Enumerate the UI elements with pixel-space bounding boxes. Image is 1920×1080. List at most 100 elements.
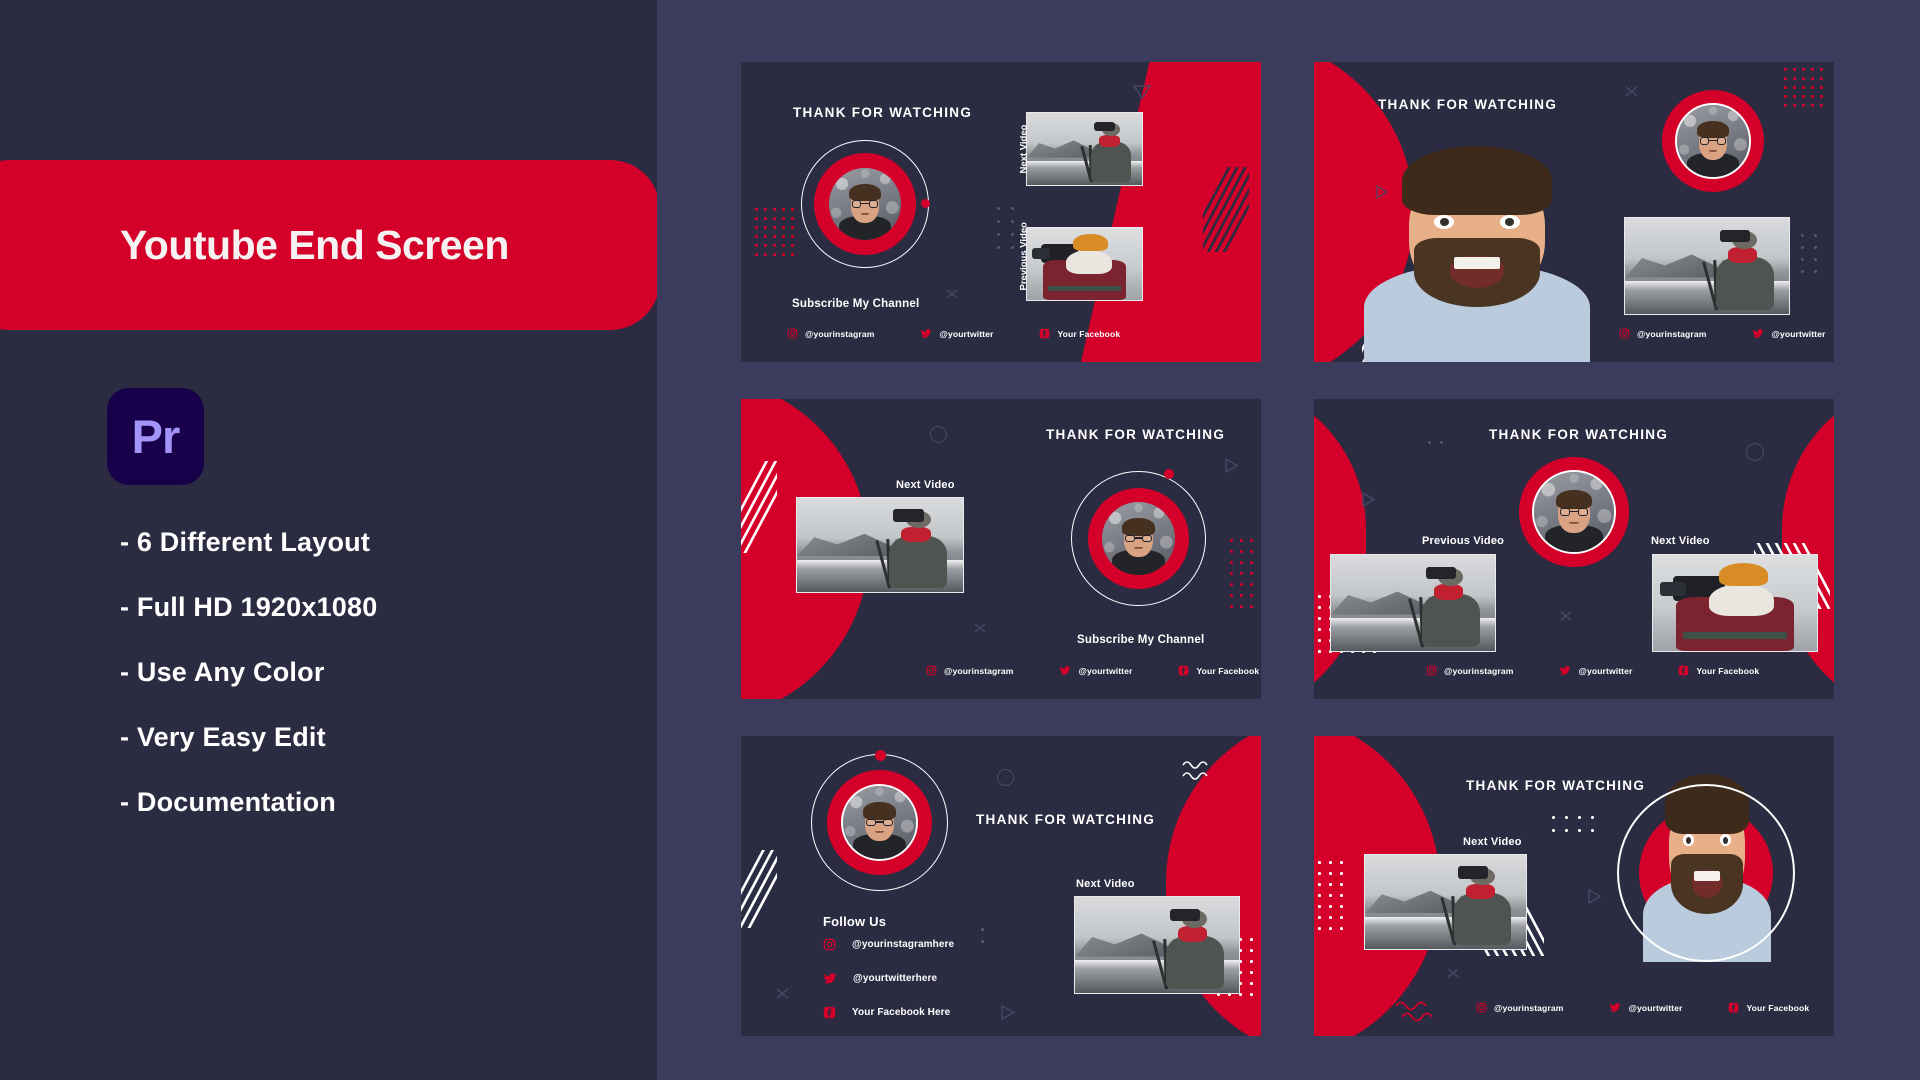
instagram-handle: @yourinstagram (1637, 328, 1707, 339)
layout-3-video-left-avatar-right[interactable]: THANK FOR WATCHING Next Video Subscribe … (741, 399, 1261, 699)
previous-video-thumbnail[interactable] (1330, 554, 1496, 652)
feature-item: - Documentation (120, 787, 336, 817)
previous-video-thumbnail[interactable] (1026, 227, 1143, 301)
social-link-twitter[interactable]: @yourtwitter (1059, 665, 1132, 676)
avatar-photo (841, 784, 918, 861)
avatar-photo (1102, 502, 1175, 575)
triangle-outline-decoration (1001, 1004, 1016, 1021)
avatar-face-image (1102, 502, 1175, 575)
feature-item: - Full HD 1920x1080 (120, 592, 378, 622)
social-links-row: @yourinstagram @yourtwitter Your Faceboo… (787, 328, 1120, 339)
social-link-twitter[interactable]: @yourtwitter (1559, 665, 1632, 676)
cross-decoration (1447, 968, 1459, 978)
cross-decoration (946, 289, 958, 299)
social-link-facebook[interactable]: Your Facebook Here (823, 1006, 954, 1019)
social-links-row: @yourinstagram @yourtwitter Your Faceboo… (1476, 1002, 1809, 1013)
social-link-facebook[interactable]: Your Facebook (1178, 665, 1259, 676)
subscribe-label: Subscribe My Channel (1077, 634, 1205, 646)
avatar-face-image (829, 168, 901, 240)
circle-outline-decoration (930, 426, 947, 443)
avatar-progress-dot (1164, 469, 1174, 479)
channel-avatar[interactable] (801, 140, 930, 268)
social-link-facebook[interactable]: Your Facebook (1678, 665, 1759, 676)
preview-panel: THANK FOR WATCHING Subscribe My Channel … (657, 0, 1920, 1080)
social-links-row: @yourinstagram @yourtwitter Your Faceboo… (926, 665, 1259, 676)
channel-avatar[interactable] (1662, 90, 1764, 192)
cross-decoration (974, 623, 986, 633)
social-link-instagram[interactable]: @yourinstagram (1426, 665, 1513, 676)
layout-5-avatar-left-follow-list[interactable]: THANK FOR WATCHING Follow Us @yourinstag… (741, 736, 1261, 1036)
triangle-outline-decoration (1225, 457, 1239, 474)
avatar-face-image (1534, 472, 1614, 552)
presenter-outer-ring (1617, 784, 1795, 962)
headline: THANK FOR WATCHING (976, 812, 1156, 827)
instagram-handle: @yourinstagram (1494, 1002, 1564, 1013)
headline: THANK FOR WATCHING (1378, 97, 1558, 112)
avatar-photo (829, 168, 901, 240)
title-banner: Youtube End Screen (0, 160, 660, 330)
social-link-instagram[interactable]: @yourinstagram (1619, 328, 1706, 339)
triangle-outline-decoration (1588, 888, 1602, 905)
next-video-label: Next Video (896, 479, 955, 491)
instagram-icon (1619, 328, 1630, 339)
social-link-twitter[interactable]: @yourtwitterhere (823, 972, 954, 985)
social-link-instagram[interactable]: @yourinstagram (787, 328, 874, 339)
avatar-photo (1675, 103, 1751, 179)
facebook-handle: Your Facebook (1696, 665, 1760, 676)
facebook-handle: Your Facebook Here (852, 1007, 951, 1018)
follow-us-label: Follow Us (823, 914, 887, 929)
layout-2-person-left-avatar-right[interactable]: THANK FOR WATCHING @yourinstagram @yourt… (1314, 62, 1834, 362)
diagonal-stripes-decoration (741, 461, 777, 553)
next-video-thumbnail[interactable] (1364, 854, 1527, 950)
twitter-icon (1060, 666, 1071, 675)
dot-grid-decoration (997, 207, 1019, 253)
next-video-thumbnail[interactable] (1074, 896, 1240, 994)
layout-1-center-avatar-two-videos[interactable]: THANK FOR WATCHING Subscribe My Channel … (741, 62, 1261, 362)
left-info-panel: Youtube End Screen Pr - 6 Different Layo… (0, 0, 660, 1080)
twitter-handle: @yourtwitter (1771, 328, 1826, 339)
next-video-thumbnail[interactable] (1026, 112, 1143, 186)
dot-grid-decoration (1428, 441, 1444, 445)
social-link-twitter[interactable]: @yourtwitter (1609, 1002, 1682, 1013)
instagram-handle: @yourinstagram (944, 665, 1014, 676)
social-link-twitter[interactable]: @yourtwitter (1752, 328, 1825, 339)
channel-avatar[interactable] (1519, 457, 1629, 567)
social-links-row: @yourinstagram @yourtwitter Your Faceboo… (1426, 665, 1759, 676)
next-video-label: Next Video (1076, 878, 1135, 890)
dot-grid-decoration (1801, 234, 1821, 276)
social-link-instagram[interactable]: @yourinstagramhere (823, 938, 954, 951)
dot-grid-decoration (981, 928, 986, 944)
layout-6-video-left-person-circle-right[interactable]: THANK FOR WATCHING Next Video @yourinsta… (1314, 736, 1834, 1036)
layout-4-center-avatar-side-videos[interactable]: THANK FOR WATCHING Previous Video Next V… (1314, 399, 1834, 699)
feature-item: - Very Easy Edit (120, 722, 326, 752)
instagram-icon (926, 665, 937, 676)
channel-avatar[interactable] (1071, 469, 1206, 606)
next-video-thumbnail[interactable] (1652, 554, 1818, 652)
facebook-icon (1729, 1002, 1739, 1013)
next-video-label: Next Video (1651, 535, 1710, 547)
presenter-circle[interactable] (1617, 774, 1795, 962)
premiere-icon-label: Pr (131, 410, 181, 463)
instagram-icon (1426, 665, 1437, 676)
facebook-icon (1679, 665, 1689, 676)
next-video-thumbnail[interactable] (796, 497, 964, 593)
adobe-premiere-pro-icon: Pr (107, 388, 204, 485)
twitter-icon (823, 973, 837, 984)
headline: THANK FOR WATCHING (1489, 427, 1669, 442)
social-link-instagram[interactable]: @yourinstagram (1476, 1002, 1563, 1013)
channel-avatar[interactable] (811, 750, 948, 891)
social-link-facebook[interactable]: Your Facebook (1039, 328, 1120, 339)
next-video-thumbnail[interactable] (1624, 217, 1790, 315)
social-link-twitter[interactable]: @yourtwitter (920, 328, 993, 339)
facebook-handle: Your Facebook (1057, 328, 1121, 339)
avatar-face-image (1677, 105, 1749, 177)
instagram-handle: @yourinstagram (805, 328, 875, 339)
avatar-progress-dot (875, 750, 886, 761)
cross-decoration (776, 988, 789, 999)
dot-grid-decoration (1784, 68, 1830, 114)
social-link-instagram[interactable]: @yourinstagram (926, 665, 1013, 676)
wave-decoration (1395, 1001, 1433, 1022)
social-link-facebook[interactable]: Your Facebook (1728, 1002, 1809, 1013)
facebook-handle: Your Facebook (1746, 1002, 1810, 1013)
twitter-icon (921, 329, 932, 338)
